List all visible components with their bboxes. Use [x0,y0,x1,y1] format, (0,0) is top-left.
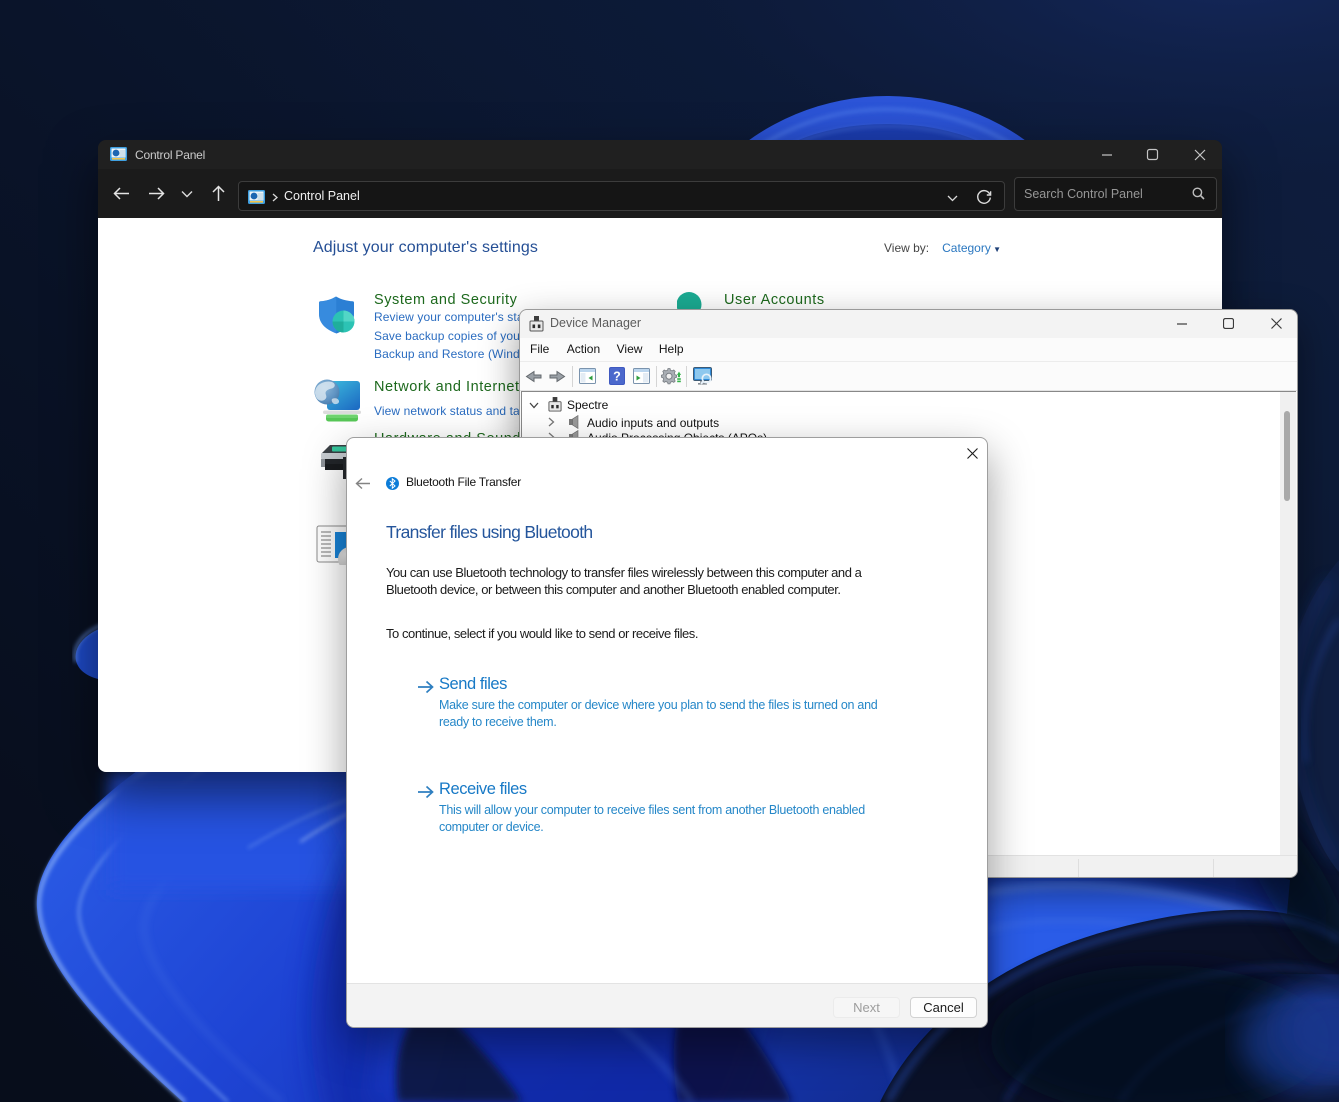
svg-text:?: ? [613,370,621,384]
